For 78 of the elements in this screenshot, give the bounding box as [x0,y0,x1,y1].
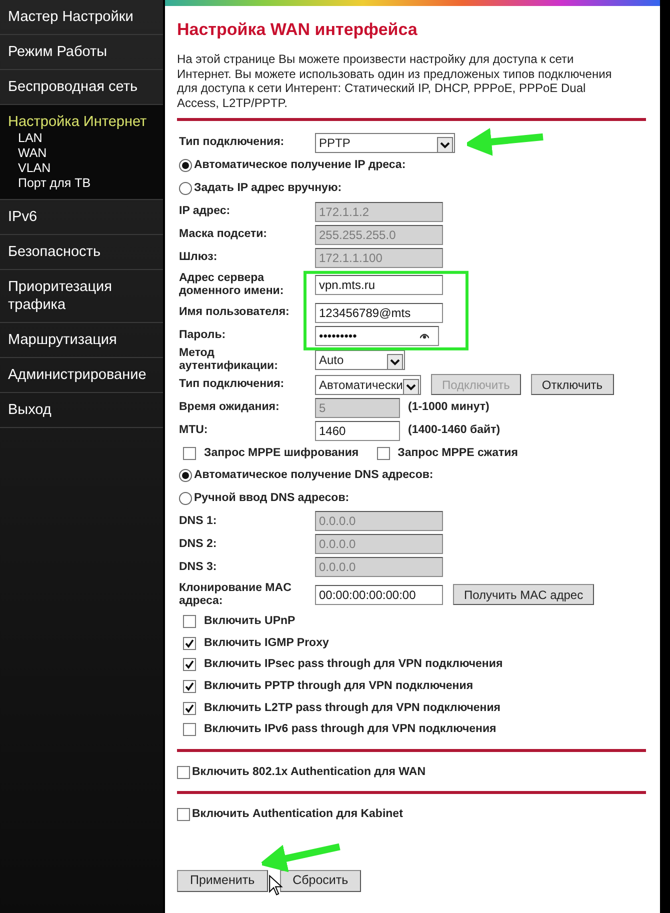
action-button[interactable]: Получить MAC адрес [453,584,594,606]
checkbox-label: Запрос MPPE сжатия [398,446,518,461]
field-label: Шлюз: [179,251,218,264]
sidebar-item[interactable]: IPv6 [8,208,155,226]
field-label: Клонирование MAC адреса: [179,582,292,608]
field-label: Тип подключения: [179,378,286,392]
eye-icon [420,332,429,339]
dropdown[interactable]: Автоматически [315,374,421,395]
field-label: Пароль: [179,329,227,342]
checkbox-label: Запрос MPPE шифрования [204,446,359,461]
caret-icon [387,352,403,368]
field-label: Маска подсети: [179,228,268,242]
checkbox-label: Включить Authentication для Kabinet [192,807,403,822]
field-label: MTU: [179,424,209,438]
checkbox-label: Включить UPnP [204,614,296,630]
sidebar-item[interactable]: Выход [8,401,155,419]
sidebar-item[interactable]: Маршрутизация [8,331,155,349]
checkbox-label: Включить L2TP pass through для VPN подключения [204,700,501,716]
checkbox[interactable] [183,680,196,694]
sidebar-item[interactable]: Безопасность [8,243,155,261]
radio-button[interactable] [179,492,192,505]
sidebar-item[interactable]: Настройка Интернет [8,113,155,131]
text-field[interactable]: 1460 [315,420,400,441]
checkbox[interactable] [183,723,196,736]
sidebar-item[interactable]: Режим Работы [8,43,155,61]
radio-label: Автоматическое получение IP дреса: [194,158,406,174]
cursor-icon [269,874,283,896]
field-label: Имя пользователя: [179,306,290,320]
dropdown[interactable]: Auto [315,350,405,370]
checkbox-label: Включить 802.1x Authentication для WAN [192,764,426,780]
form-button[interactable]: Сбросить [280,870,362,892]
sidebar-subitem[interactable]: LAN [8,131,155,146]
field-label: Метод аутентификации: [179,347,279,374]
sidebar-item[interactable]: Беспроводная сеть [8,78,155,96]
text-field[interactable]: 123456789@mts [315,302,443,323]
checkbox[interactable] [183,615,196,628]
radio-button[interactable] [179,468,192,482]
checkbox-label: Включить IPv6 pass through для VPN подключения [204,722,496,738]
field-hint: (1-1000 минут) [408,400,490,416]
field-label: DNS 1: [179,514,218,528]
field-label: Время ожидания: [179,401,280,414]
checkbox[interactable] [183,658,196,672]
field-label: IP адрес: [179,205,232,218]
caret-icon [437,134,453,151]
checkbox-label: Включить IGMP Proxy [204,636,329,651]
sidebar-subitem[interactable]: VLAN [8,161,155,176]
form-button[interactable]: Применить [177,870,268,892]
caret-icon [403,376,419,393]
field-label: DNS 2: [179,538,218,551]
sidebar-item[interactable]: Приоритезация трафика [8,278,155,314]
field-label: DNS 3: [179,560,218,574]
checkbox[interactable] [177,766,190,779]
action-button[interactable]: Отключить [530,374,614,396]
password-field[interactable]: ••••••••• [315,326,439,346]
page-title: Настройка WAN интерфейса [177,20,418,40]
field-label: Адрес сервера доменного имени: [179,272,285,298]
sidebar-item[interactable]: Мастер Настройки [8,8,155,26]
checkbox-label: Включить IPsec pass through для VPN подключения [204,657,503,672]
sidebar-subitem[interactable]: WAN [8,146,155,161]
checkbox[interactable] [183,702,196,715]
radio-label: Задать IP адрес вручную: [194,181,342,196]
page-description: На этой странице Вы можете произвести настройку для доступа к сети Интернет. Вы можете использовать один из предложеных типов подключения для доступа к сети Интерент: Статический IP, DHCP, PPPoE, PPPoE Dual Access, L2TP/PPTP. [177,52,613,110]
dropdown[interactable]: PPTP [315,132,455,153]
checkbox[interactable] [177,808,190,822]
checkbox[interactable] [376,446,390,460]
radio-button[interactable] [179,182,192,196]
field-hint: (1400-1460 байт) [408,423,500,438]
radio-label: Автоматическое получение DNS адресов: [194,468,434,483]
field-label: Тип подключения: [179,136,286,150]
radio-button[interactable] [179,159,192,172]
checkbox-label: Включить PPTP through для VPN подключения [204,678,474,694]
sidebar-subitem[interactable]: Порт для ТВ [8,176,155,191]
sidebar-item[interactable]: Администрирование [8,366,155,384]
text-field[interactable]: 00:00:00:00:00:00 [315,584,443,605]
text-field[interactable]: vpn.mts.ru [315,275,443,296]
checkbox[interactable] [183,446,196,460]
checkbox[interactable] [183,636,196,650]
radio-label: Ручной ввод DNS адресов: [194,490,350,506]
